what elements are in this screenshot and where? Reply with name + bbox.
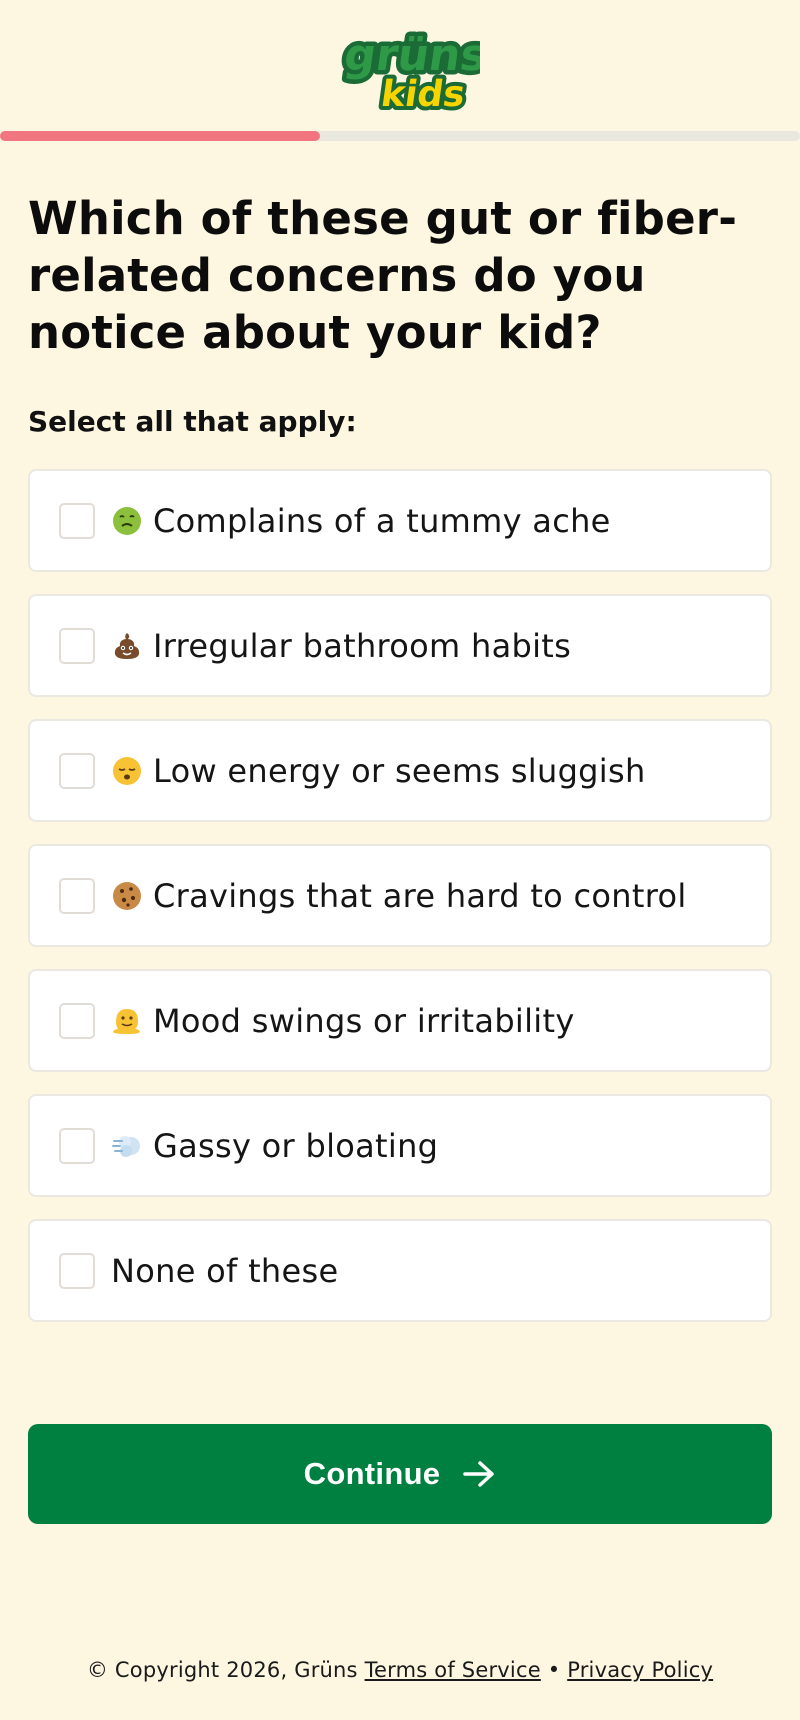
pile-of-poo-icon [111,630,143,662]
footer-separator: • [547,1658,561,1682]
option-bathroom-habits[interactable]: Irregular bathroom habits [28,594,772,697]
option-label: Low energy or seems sluggish [153,751,646,790]
continue-button-label: Continue [303,1456,441,1491]
arrow-right-icon [462,1459,496,1489]
progress-bar [0,131,800,141]
option-label: Gassy or bloating [153,1126,439,1165]
nauseated-face-icon [111,505,143,537]
gruns-kids-logo[interactable]: grüns grüns kids kids [320,18,480,118]
options-list: Complains of a tummy ache Irregular bath… [28,469,772,1322]
option-cravings[interactable]: Cravings that are hard to control [28,844,772,947]
option-label: Mood swings or irritability [153,1001,575,1040]
option-label: None of these [111,1251,339,1290]
checkbox[interactable] [59,502,95,539]
header: grüns grüns kids kids [0,0,800,130]
option-tummy-ache[interactable]: Complains of a tummy ache [28,469,772,572]
copyright-text: © Copyright 2026, Grüns [86,1658,358,1682]
option-label: Cravings that are hard to control [153,876,687,915]
option-low-energy[interactable]: Low energy or seems sluggish [28,719,772,822]
checkbox[interactable] [59,1002,95,1039]
checkbox[interactable] [59,877,95,914]
continue-button[interactable]: Continue [28,1424,772,1524]
progress-bar-fill [0,131,320,141]
checkbox[interactable] [59,1252,95,1289]
svg-text:kids: kids [378,72,467,115]
footer: © Copyright 2026, Grüns Terms of Service… [0,1658,800,1682]
option-gassy[interactable]: Gassy or bloating [28,1094,772,1197]
sleepy-face-icon [111,755,143,787]
checkbox[interactable] [59,752,95,789]
question-subtitle: Select all that apply: [28,405,357,438]
question-title: Which of these gut or fiber-related conc… [28,192,738,359]
checkbox[interactable] [59,1127,95,1164]
cookie-icon [111,880,143,912]
terms-of-service-link[interactable]: Terms of Service [365,1658,541,1682]
option-label: Irregular bathroom habits [153,626,572,665]
privacy-policy-link[interactable]: Privacy Policy [567,1658,713,1682]
dashing-away-icon [111,1130,143,1162]
option-mood-swings[interactable]: Mood swings or irritability [28,969,772,1072]
question-section: Which of these gut or fiber-related conc… [28,190,772,1344]
option-none[interactable]: None of these [28,1219,772,1322]
melting-face-icon [111,1005,143,1037]
checkbox[interactable] [59,627,95,664]
option-label: Complains of a tummy ache [153,501,611,540]
